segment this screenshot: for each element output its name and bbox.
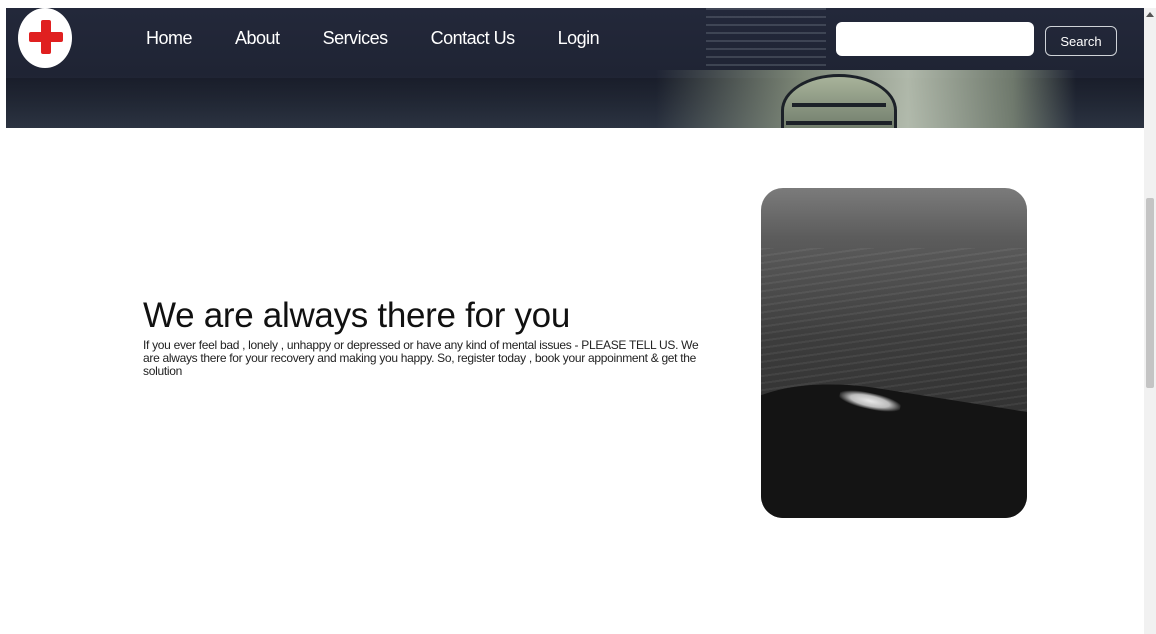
header-background-decoration <box>706 8 826 70</box>
nav-services-link[interactable]: Services <box>323 28 389 49</box>
page: Home About Services Contact Us Login Sea… <box>6 8 1144 634</box>
main-nav: Home About Services Contact Us Login <box>146 28 642 49</box>
hero-description: If you ever feel bad , lonely , unhappy … <box>143 338 699 378</box>
nav-login-link[interactable]: Login <box>558 28 600 49</box>
hero-title: We are always there for you <box>143 296 571 335</box>
search-button[interactable]: Search <box>1045 26 1117 56</box>
site-logo[interactable] <box>18 8 72 68</box>
page-scrollbar[interactable] <box>1144 8 1156 634</box>
scroll-up-arrow-icon[interactable] <box>1146 12 1154 17</box>
site-header: Home About Services Contact Us Login Sea… <box>6 8 1144 128</box>
search-input[interactable] <box>836 22 1034 56</box>
nav-contact-link[interactable]: Contact Us <box>431 28 516 49</box>
nav-home-link[interactable]: Home <box>146 28 193 49</box>
scrollbar-thumb[interactable] <box>1146 198 1154 388</box>
nav-about-link[interactable]: About <box>235 28 280 49</box>
hero-image-ocean <box>761 188 1027 518</box>
